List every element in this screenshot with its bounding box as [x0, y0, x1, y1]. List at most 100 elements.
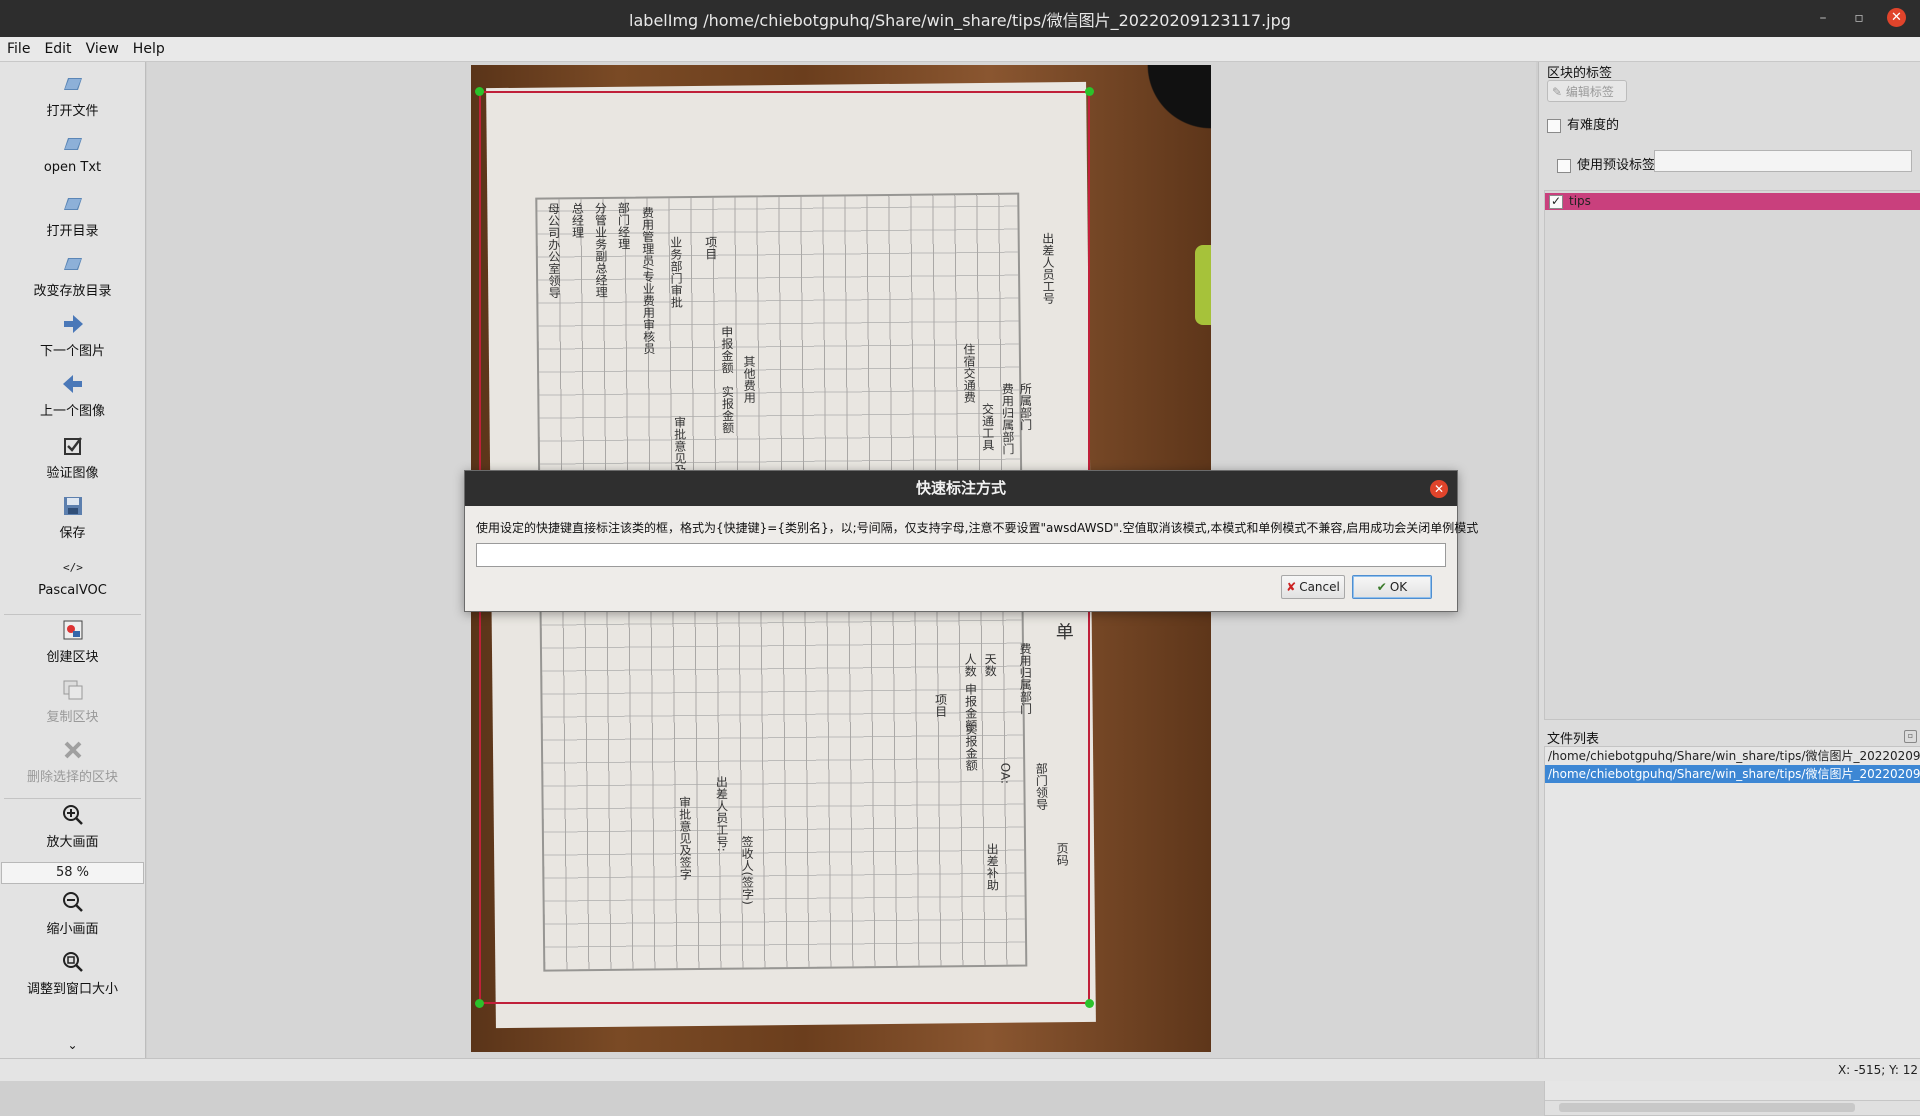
file-list-item[interactable]: /home/chiebotgpuhq/Share/win_share/tips/…	[1545, 747, 1920, 765]
box-corner-handle[interactable]	[475, 87, 484, 96]
edit-label-button[interactable]: ✎ 编辑标签	[1547, 80, 1627, 102]
label-visible-checkbox[interactable]	[1549, 193, 1563, 210]
title-bar: labelImg /home/chiebotgpuhq/Share/win_sh…	[0, 0, 1920, 37]
save-icon	[63, 497, 82, 515]
ok-icon: ✔	[1376, 580, 1387, 594]
use-default-label: 使用预设标签	[1577, 158, 1656, 173]
zoom-out-icon	[62, 892, 83, 912]
zoom-out-tool[interactable]: 缩小画面	[0, 890, 145, 937]
label-item[interactable]: tips	[1545, 193, 1920, 210]
cursor-coords: X: -515; Y: 12	[1837, 1063, 1918, 1077]
prev-image-tool[interactable]: 上一个图像	[0, 372, 145, 419]
difficult-label: 有难度的	[1567, 118, 1620, 133]
folder-open-icon	[63, 138, 82, 150]
menu-bar: File Edit View Help	[0, 37, 1920, 62]
close-window-button[interactable]: ✕	[1887, 8, 1906, 27]
tool-label: 打开目录	[46, 224, 99, 239]
dock-float-icon[interactable]: ▫	[1904, 730, 1917, 743]
window-controls: – ▫ ✕	[1815, 8, 1906, 27]
default-label-input[interactable]	[1654, 150, 1912, 172]
tool-label: 放大画面	[46, 835, 99, 850]
zoom-in-icon	[62, 805, 83, 825]
checkbox-icon	[63, 437, 82, 455]
tool-label: open Txt	[43, 160, 102, 175]
zoom-in-tool[interactable]: 放大画面	[0, 803, 145, 850]
next-image-tool[interactable]: 下一个图片	[0, 312, 145, 359]
menu-view[interactable]: View	[79, 41, 126, 57]
fit-window-icon	[62, 952, 83, 972]
toolbar-more-button[interactable]: ⌄	[0, 1038, 145, 1052]
verify-image-tool[interactable]: 验证图像	[0, 434, 145, 481]
use-default-row[interactable]: 使用预设标签	[1557, 154, 1655, 173]
tool-label: 下一个图片	[39, 344, 105, 359]
difficult-checkbox[interactable]	[1547, 118, 1561, 133]
box-corner-handle[interactable]	[1085, 999, 1094, 1008]
photo-dark-corner	[1141, 65, 1211, 155]
open-dir-tool[interactable]: 打开目录	[0, 192, 145, 239]
tool-label: 复制区块	[46, 710, 99, 725]
open-file-tool[interactable]: 打开文件	[0, 72, 145, 119]
ok-label: OK	[1389, 580, 1408, 594]
fit-window-tool[interactable]: 调整到窗口大小	[0, 950, 145, 997]
create-box-tool[interactable]: 创建区块	[0, 618, 145, 665]
arrow-left-icon	[62, 375, 82, 393]
difficult-row[interactable]: 有难度的	[1547, 114, 1619, 133]
tool-label: 缩小画面	[46, 922, 99, 937]
scrollbar-thumb[interactable]	[1559, 1103, 1855, 1112]
open-txt-tool[interactable]: open Txt	[0, 132, 145, 175]
quick-label-dialog: 快速标注方式 ✕ 使用设定的快捷键直接标注该类的框，格式为{快捷键}={类别名}…	[464, 470, 1478, 612]
cancel-icon: ✘	[1286, 580, 1297, 594]
change-save-dir-tool[interactable]: 改变存放目录	[0, 252, 145, 299]
toolbar-divider	[4, 798, 141, 799]
box-corner-handle[interactable]	[475, 999, 484, 1008]
delete-icon	[64, 741, 81, 759]
cancel-label: Cancel	[1299, 580, 1340, 594]
shortcut-input[interactable]	[476, 543, 1446, 567]
minimize-button[interactable]: –	[1815, 10, 1831, 26]
copy-box-tool[interactable]: 复制区块	[0, 678, 145, 725]
svg-text:</>: </>	[63, 561, 83, 574]
zoom-value[interactable]: 58 %	[1, 862, 144, 884]
photo-green-object	[1195, 245, 1211, 325]
tool-label: 创建区块	[46, 650, 99, 665]
cancel-button[interactable]: ✘ Cancel	[1281, 575, 1345, 599]
edit-label-text: 编辑标签	[1565, 85, 1614, 99]
edit-icon: ✎	[1552, 85, 1566, 99]
delete-box-tool[interactable]: 删除选择的区块	[0, 738, 145, 785]
ok-button[interactable]: ✔ OK	[1352, 575, 1432, 599]
menu-edit[interactable]: Edit	[37, 41, 78, 57]
file-list-item-selected[interactable]: /home/chiebotgpuhq/Share/win_share/tips/…	[1545, 765, 1920, 783]
file-list-scrollbar[interactable]	[1545, 1100, 1920, 1115]
use-default-checkbox[interactable]	[1557, 158, 1571, 173]
tool-label: 删除选择的区块	[26, 770, 118, 785]
tool-label: 调整到窗口大小	[26, 982, 118, 997]
code-icon: </>	[63, 561, 83, 574]
tool-label: 验证图像	[46, 466, 99, 481]
box-corner-handle[interactable]	[1085, 87, 1094, 96]
label-list[interactable]: tips	[1544, 190, 1920, 720]
tool-label: 打开文件	[46, 104, 99, 119]
dialog-message: 使用设定的快捷键直接标注该类的框，格式为{快捷键}={类别名}，以;号间隔，仅支…	[476, 521, 1479, 535]
window-title: labelImg /home/chiebotgpuhq/Share/win_sh…	[629, 10, 1291, 30]
toolbar-divider	[4, 614, 141, 615]
format-pascalvoc-tool[interactable]: </> PascalVOC	[0, 555, 145, 598]
left-toolbar: 打开文件 open Txt 打开目录 改变存放目录 下一个图片 上一个图像 验证…	[0, 62, 146, 1058]
save-tool[interactable]: 保存	[0, 494, 145, 541]
menu-file[interactable]: File	[0, 41, 37, 57]
folder-open-icon	[63, 258, 82, 270]
tool-label: PascalVOC	[38, 583, 107, 598]
tool-label: 上一个图像	[39, 404, 105, 419]
menu-help[interactable]: Help	[126, 41, 172, 57]
right-panel: 区块的标签 ✎ 编辑标签 有难度的 使用预设标签 tips 文件列表 ▫ /ho…	[1538, 62, 1920, 1116]
folder-open-icon	[63, 78, 82, 90]
tool-label: 改变存放目录	[33, 284, 112, 299]
copy-box-icon	[63, 680, 82, 700]
file-list-title: 文件列表	[1547, 732, 1600, 747]
maximize-button[interactable]: ▫	[1851, 10, 1867, 26]
box-labels-title: 区块的标签	[1547, 66, 1613, 81]
tool-label: 保存	[59, 526, 86, 541]
arrow-right-icon	[63, 315, 83, 333]
dialog-title: 快速标注方式	[465, 471, 1457, 506]
create-box-icon	[63, 620, 82, 640]
dialog-close-button[interactable]: ✕	[1430, 480, 1448, 498]
